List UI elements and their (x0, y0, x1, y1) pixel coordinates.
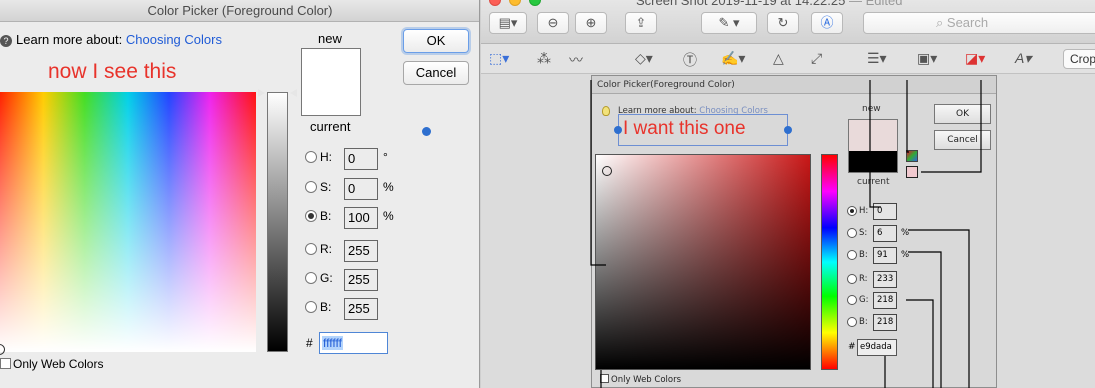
green-input[interactable]: 255 (344, 269, 378, 291)
hex-prefix: # (306, 336, 313, 350)
hex-value: ffffff (322, 336, 343, 350)
red-label: R: (320, 242, 332, 256)
callout-lines-overlay (590, 80, 982, 388)
hex-input[interactable]: ffffff (319, 332, 388, 354)
slider-left-arrow-icon[interactable] (258, 89, 265, 97)
learn-more: ? Learn more about: Choosing Colors (0, 32, 222, 47)
cancel-button[interactable]: Cancel (403, 61, 469, 85)
callout-line-saturation (908, 229, 970, 388)
saturation-label: S: (320, 180, 332, 194)
blue-radio[interactable] (305, 301, 317, 313)
blue-label: B: (320, 300, 332, 314)
preview-window: Screen Shot 2019-11-19 at 14.22.25 — Edi… (481, 0, 1095, 388)
current-color-label: current (310, 119, 351, 134)
blue-input[interactable]: 255 (344, 298, 378, 320)
red-radio[interactable] (305, 243, 317, 255)
brightness-label: B: (320, 209, 332, 223)
saturation-unit: % (383, 180, 394, 194)
green-radio[interactable] (305, 272, 317, 284)
only-web-colors-label: Only Web Colors (13, 357, 104, 371)
hue-input[interactable]: 0 (344, 148, 378, 170)
hue-unit: ° (383, 150, 388, 164)
help-icon: ? (0, 35, 12, 47)
new-color-swatch (301, 48, 361, 116)
saturation-radio[interactable] (305, 181, 317, 193)
only-web-colors-checkbox[interactable] (0, 358, 11, 369)
callout-line-brightness (908, 251, 942, 388)
brightness-radio[interactable] (305, 210, 317, 222)
annotation-now-i-see-this: now I see this (48, 60, 177, 83)
slider-right-arrow-icon[interactable] (290, 89, 297, 97)
learn-more-label: Learn more about: (16, 32, 123, 47)
annotation-handle-dot (422, 127, 431, 136)
color-spectrum-field[interactable] (0, 92, 256, 352)
brightness-unit: % (383, 209, 394, 223)
brightness-input[interactable]: 100 (344, 207, 378, 229)
callout-line-rgb (906, 299, 934, 388)
callout-line-field (590, 80, 606, 266)
hue-radio[interactable] (305, 151, 317, 163)
new-color-label: new (318, 31, 342, 46)
callout-line-hue (869, 80, 881, 208)
callout-line-cube (906, 80, 909, 153)
dialog-title: Color Picker (Foreground Color) (0, 0, 479, 22)
hue-label: H: (320, 150, 332, 164)
green-label: G: (320, 271, 333, 285)
saturation-input[interactable]: 0 (344, 178, 378, 200)
red-input[interactable]: 255 (344, 240, 378, 262)
callout-line-swatch (921, 80, 982, 173)
only-web-colors[interactable]: Only Web Colors (0, 357, 103, 371)
brightness-slider[interactable] (267, 92, 288, 352)
choosing-colors-link[interactable]: Choosing Colors (126, 32, 222, 47)
ok-button[interactable]: OK (403, 29, 469, 53)
color-picker-dialog: Color Picker (Foreground Color) ? Learn m… (0, 0, 480, 388)
